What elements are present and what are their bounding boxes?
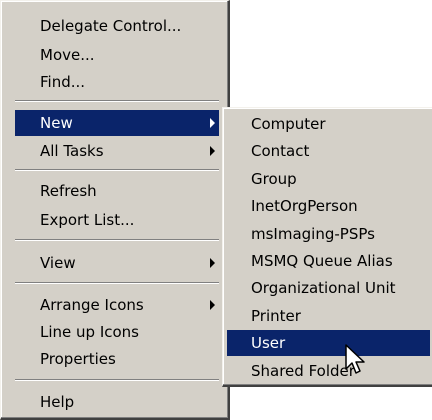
menu-item-label: Delegate Control... <box>40 17 182 35</box>
submenu-item-label: Printer <box>251 307 301 325</box>
menu-separator <box>15 100 219 102</box>
submenu-item-computer[interactable]: Computer <box>227 111 430 137</box>
menu-item-label: Refresh <box>40 182 97 200</box>
new-submenu: Computer Contact Group InetOrgPerson msI… <box>222 107 432 387</box>
submenu-item-printer[interactable]: Printer <box>227 303 430 329</box>
submenu-item-label: Contact <box>251 142 310 160</box>
menu-item-label: Export List... <box>40 211 135 229</box>
menu-item-view[interactable]: View <box>15 250 219 276</box>
submenu-item-label: msImaging-PSPs <box>251 225 375 243</box>
submenu-arrow-icon <box>210 300 215 310</box>
submenu-item-label: User <box>251 334 286 352</box>
menu-item-help[interactable]: Help <box>15 389 219 415</box>
menu-item-label: Arrange Icons <box>40 296 144 314</box>
menu-item-all-tasks[interactable]: All Tasks <box>15 138 219 164</box>
submenu-item-group[interactable]: Group <box>227 166 430 192</box>
menu-item-label: Move... <box>40 46 95 64</box>
context-menu: Delegate Control... Move... Find... New … <box>0 0 230 420</box>
submenu-item-msimaging-psps[interactable]: msImaging-PSPs <box>227 221 430 247</box>
submenu-item-msmq-queue-alias[interactable]: MSMQ Queue Alias <box>227 248 430 274</box>
submenu-arrow-icon <box>210 146 215 156</box>
menu-item-new[interactable]: New <box>15 110 219 136</box>
menu-item-refresh[interactable]: Refresh <box>15 178 219 204</box>
menu-item-properties[interactable]: Properties <box>15 346 219 372</box>
menu-item-label: Find... <box>40 73 86 91</box>
menu-item-export-list[interactable]: Export List... <box>15 207 219 233</box>
menu-separator <box>15 239 219 241</box>
submenu-item-label: InetOrgPerson <box>251 197 358 215</box>
menu-item-arrange-icons[interactable]: Arrange Icons <box>15 292 219 318</box>
submenu-arrow-icon <box>210 258 215 268</box>
submenu-item-label: Organizational Unit <box>251 279 396 297</box>
menu-item-label: Help <box>40 393 75 411</box>
menu-separator <box>15 379 219 381</box>
submenu-item-shared-folder[interactable]: Shared Folder <box>227 358 430 384</box>
menu-item-line-up-icons[interactable]: Line up Icons <box>15 319 219 345</box>
menu-item-label: View <box>40 254 76 272</box>
submenu-item-label: Group <box>251 170 297 188</box>
menu-item-delegate-control[interactable]: Delegate Control... <box>15 13 219 39</box>
menu-separator <box>15 282 219 284</box>
submenu-arrow-icon <box>210 118 215 128</box>
submenu-item-inetorgperson[interactable]: InetOrgPerson <box>227 193 430 219</box>
submenu-item-label: Computer <box>251 115 326 133</box>
menu-item-label: Properties <box>40 350 116 368</box>
menu-item-label: New <box>40 114 73 132</box>
submenu-item-label: Shared Folder <box>251 362 355 380</box>
menu-separator <box>15 169 219 171</box>
submenu-item-user[interactable]: User <box>227 330 430 356</box>
menu-item-label: All Tasks <box>40 142 104 160</box>
menu-item-move[interactable]: Move... <box>15 42 219 68</box>
submenu-item-organizational-unit[interactable]: Organizational Unit <box>227 275 430 301</box>
submenu-item-contact[interactable]: Contact <box>227 138 430 164</box>
menu-item-find[interactable]: Find... <box>15 69 219 95</box>
menu-item-label: Line up Icons <box>40 323 139 341</box>
submenu-item-label: MSMQ Queue Alias <box>251 252 393 270</box>
